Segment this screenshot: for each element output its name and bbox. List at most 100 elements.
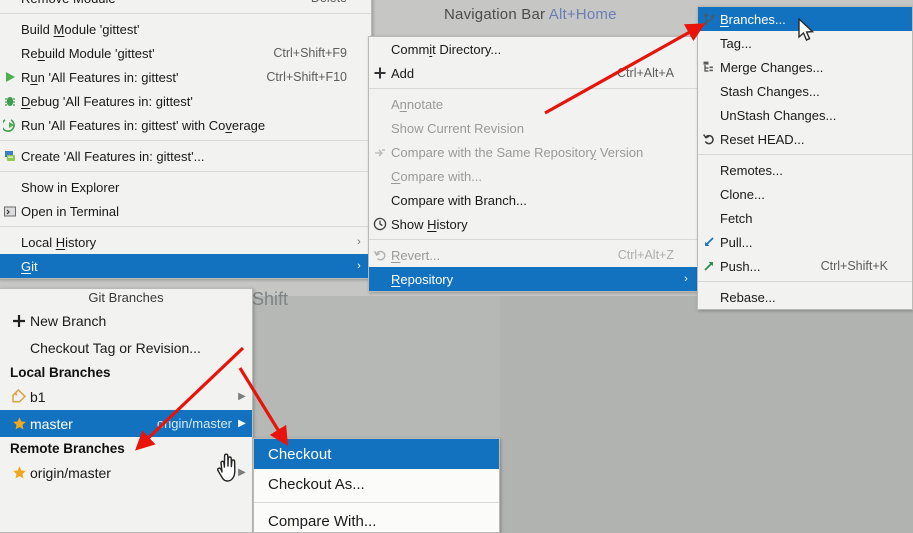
menu-item-clone[interactable]: Clone... (698, 182, 912, 206)
branch-row-b1[interactable]: b1 ▶ (0, 383, 252, 410)
navigation-bar-hint-label: Navigation Bar (444, 6, 546, 23)
chevron-right-icon: › (684, 273, 688, 285)
menu-item-open-in-terminal[interactable]: Open in Terminal (0, 199, 371, 223)
create-config-icon (0, 145, 21, 167)
menu-item-label: Clone... (720, 186, 765, 202)
push-icon (698, 255, 720, 277)
branch-checkout-submenu[interactable]: Checkout Checkout As... Compare With... (253, 438, 500, 533)
menu-item-shortcut: Ctrl+Shift+F9 (273, 46, 347, 60)
branch-action-label: New Branch (30, 312, 107, 329)
menu-item-local-history[interactable]: Local History › (0, 230, 371, 254)
checkout-menu-item-label: Checkout (268, 445, 332, 463)
chevron-right-icon: ▶ (238, 418, 246, 429)
menu-item-unstash-changes[interactable]: UnStash Changes... (698, 103, 912, 127)
no-icon (369, 268, 391, 290)
menu-item-push[interactable]: Push... Ctrl+Shift+K (698, 254, 912, 278)
menu-item-pull[interactable]: Pull... (698, 230, 912, 254)
menu-item-label: Create 'All Features in: gittest'... (21, 148, 205, 164)
menu-item-add[interactable]: Add Ctrl+Alt+A (369, 61, 698, 85)
no-icon (698, 80, 720, 102)
branch-row-master[interactable]: master origin/master ▶ (0, 410, 252, 437)
revert-icon (369, 244, 391, 266)
menu-item-rebase[interactable]: Rebase... (698, 285, 912, 309)
checkout-menu-item-label: Checkout As... (268, 475, 365, 493)
module-context-menu[interactable]: Remove ModuleDelete Build Module 'gittest… (0, 0, 372, 279)
menu-item-build-module-gittest[interactable]: Build Module 'gittest' (0, 17, 371, 41)
branch-tracking-label: origin/master (156, 416, 232, 431)
no-icon (0, 231, 21, 253)
checkout-menu-item-compare-with[interactable]: Compare With... (254, 506, 499, 532)
debug-icon (0, 90, 21, 112)
no-icon (0, 42, 21, 64)
branch-action-new-branch[interactable]: New Branch (0, 307, 252, 334)
menu-item-label: Repository (391, 271, 454, 287)
menu-item-merge-changes[interactable]: Merge Changes... (698, 55, 912, 79)
menu-item-compare-with-branch[interactable]: Compare with Branch... (369, 188, 698, 212)
tag-icon (8, 388, 30, 405)
menu-item-repository[interactable]: Repository › (369, 267, 698, 291)
no-icon (369, 165, 391, 187)
no-icon (0, 0, 21, 9)
reset-icon (698, 128, 720, 150)
run-icon (0, 66, 21, 88)
menu-item-label: Run 'All Features in: gittest' (21, 69, 179, 85)
no-icon (698, 286, 720, 308)
menu-item-label: Branches... (720, 11, 786, 27)
menu-item-stash-changes[interactable]: Stash Changes... (698, 79, 912, 103)
checkout-menu-item-checkout-as[interactable]: Checkout As... (254, 469, 499, 499)
menu-item-shortcut: Delete (293, 0, 347, 5)
menu-item-shortcut: Ctrl+Alt+Z (617, 248, 674, 262)
menu-item-label: Add (391, 65, 415, 81)
repository-submenu[interactable]: Branches... Tag... Merge Changes... Stash C… (697, 6, 913, 310)
menu-item-label: Show in Explorer (21, 179, 120, 195)
chevron-right-icon: › (357, 260, 361, 272)
menu-item-label: Git (21, 258, 38, 274)
menu-item-branches[interactable]: Branches... (698, 7, 912, 31)
menu-item-label: Compare with the Same Repository Version (391, 144, 644, 160)
menu-item-rebuild-module-gittest[interactable]: Rebuild Module 'gittest' Ctrl+Shift+F9 (0, 41, 371, 65)
menu-item-shortcut: Ctrl+Shift+F10 (266, 70, 347, 84)
menu-item-debug-all-features-in-gittest[interactable]: Debug 'All Features in: gittest' (0, 89, 371, 113)
menu-item-run-all-features-in-gittest-with-coverage[interactable]: Run 'All Features in: gittest' with Cove… (0, 113, 371, 137)
menu-item-label: Commit Directory... (391, 41, 502, 57)
navigation-bar-hint-shortcut: Alt+Home (548, 6, 617, 23)
menu-item-commit-directory[interactable]: Commit Directory... (369, 37, 698, 61)
shift-hint-label: Shift (252, 289, 289, 309)
menu-item-label: Pull... (720, 234, 753, 250)
menu-item-label: Merge Changes... (720, 59, 824, 75)
branch-action-checkout-tag-or-revision[interactable]: Checkout Tag or Revision... (0, 334, 252, 361)
checkout-menu-item-checkout[interactable]: Checkout (254, 439, 499, 469)
no-icon (0, 176, 21, 198)
git-branches-popup[interactable]: Git Branches New Branch Checkout Tag or R… (0, 288, 253, 533)
menu-item-label: UnStash Changes... (720, 107, 837, 123)
menu-item-label: Rebase... (720, 289, 776, 305)
menu-item-show-in-explorer[interactable]: Show in Explorer (0, 175, 371, 199)
menu-item-label: Compare with Branch... (391, 192, 527, 208)
menu-item-revert: Revert... Ctrl+Alt+Z (369, 243, 698, 267)
menu-item-label: Rebuild Module 'gittest' (21, 45, 155, 61)
menu-separator (0, 13, 371, 14)
no-icon (698, 183, 720, 205)
branch-action-label: Checkout Tag or Revision... (30, 339, 201, 356)
chevron-right-icon: ▶ (238, 391, 246, 402)
menu-item-tag[interactable]: Tag... (698, 31, 912, 55)
menu-item-create-all-features-in-gittest[interactable]: Create 'All Features in: gittest'... (0, 144, 371, 168)
git-submenu[interactable]: Commit Directory... Add Ctrl+Alt+A Annotate… (368, 36, 699, 292)
menu-item-remotes[interactable]: Remotes... (698, 158, 912, 182)
menu-item-remove-module[interactable]: Remove ModuleDelete (0, 0, 371, 10)
menu-item-label: Open in Terminal (21, 203, 120, 219)
menu-item-show-history[interactable]: Show History (369, 212, 698, 236)
menu-item-run-all-features-in-gittest[interactable]: Run 'All Features in: gittest' Ctrl+Shift… (0, 65, 371, 89)
menu-item-fetch[interactable]: Fetch (698, 206, 912, 230)
menu-item-shortcut: Ctrl+Shift+K (820, 259, 888, 273)
add-icon (369, 62, 391, 84)
remote-branches-header: Remote Branches (10, 441, 125, 456)
plus-icon (8, 313, 30, 329)
menu-item-label: Fetch (720, 210, 753, 226)
menu-separator (698, 154, 912, 155)
menu-item-reset-head[interactable]: Reset HEAD... (698, 127, 912, 151)
menu-item-git[interactable]: Git › (0, 254, 371, 278)
menu-separator (0, 171, 371, 172)
local-branches-header: Local Branches (10, 365, 111, 380)
branch-row-origin-master[interactable]: origin/master ▶ (0, 459, 252, 486)
